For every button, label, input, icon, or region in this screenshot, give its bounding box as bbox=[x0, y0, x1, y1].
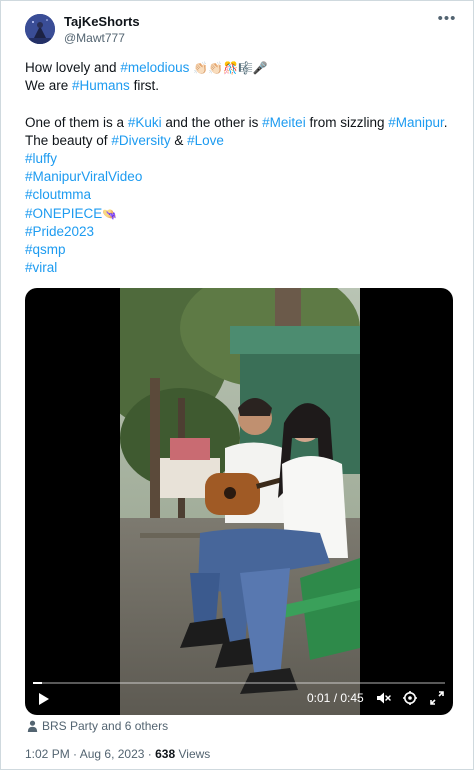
hashtag-link[interactable]: #Meitei bbox=[262, 115, 306, 130]
video-player[interactable]: 0:01 / 0:45 bbox=[25, 288, 453, 715]
display-name[interactable]: TajKeShorts bbox=[64, 14, 140, 29]
video-time: 0:01 / 0:45 bbox=[307, 691, 364, 705]
meta-separator: · bbox=[144, 747, 156, 761]
tweet-date[interactable]: Aug 6, 2023 bbox=[80, 747, 145, 761]
hashtag-link[interactable]: #Pride2023 bbox=[25, 223, 465, 241]
settings-icon[interactable] bbox=[402, 690, 418, 706]
person-icon bbox=[27, 720, 38, 732]
hashtag-link[interactable]: #cloutmma bbox=[25, 186, 465, 204]
total-duration: 0:45 bbox=[340, 691, 364, 705]
time-separator: / bbox=[330, 691, 341, 705]
straw-hat-emoji: 👒 bbox=[102, 206, 118, 221]
progress-fill bbox=[33, 682, 43, 684]
text-fragment: How lovely and bbox=[25, 60, 121, 75]
view-count: 638 bbox=[155, 747, 176, 761]
text-fragment: We are bbox=[25, 78, 73, 94]
tweet-text: How lovely and #melodious 👏🏻👏🏻🎊🎼🎤 We are… bbox=[25, 59, 465, 277]
hashtag-link[interactable]: #viral bbox=[25, 259, 465, 277]
more-icon[interactable]: ••• bbox=[437, 11, 457, 28]
hashtag-link[interactable]: #Diversity bbox=[111, 133, 170, 148]
hashtag-link[interactable]: #luffy bbox=[25, 150, 465, 168]
mute-icon[interactable] bbox=[375, 690, 391, 706]
text-line: We are #Humans first. bbox=[25, 77, 465, 95]
hashtag-link[interactable]: #Humans bbox=[72, 78, 130, 93]
text-fragment: The beauty of bbox=[25, 132, 112, 148]
text-line: #ONEPIECE👒 bbox=[25, 205, 465, 223]
user-handle[interactable]: @Mawt777 bbox=[64, 31, 125, 45]
video-frame[interactable] bbox=[120, 288, 360, 715]
hashtag-link[interactable]: #ONEPIECE bbox=[25, 206, 102, 221]
social-context-label: BRS Party and 6 others bbox=[42, 719, 169, 733]
meta-separator: · bbox=[69, 747, 80, 761]
text-fragment: One of them is a bbox=[25, 114, 128, 130]
hashtag-link[interactable]: #qsmp bbox=[25, 241, 465, 259]
text-fragment: . bbox=[443, 114, 448, 130]
hashtag-link[interactable]: #Love bbox=[187, 133, 224, 148]
text-line: How lovely and #melodious 👏🏻👏🏻🎊🎼🎤 bbox=[25, 59, 465, 77]
play-icon[interactable] bbox=[35, 691, 51, 707]
text-line: The beauty of #Diversity & #Love bbox=[25, 132, 465, 150]
fullscreen-icon[interactable] bbox=[429, 690, 445, 706]
views-label: Views bbox=[175, 747, 211, 761]
progress-bar[interactable] bbox=[33, 682, 445, 684]
elapsed-time: 0:01 bbox=[307, 691, 331, 705]
hashtag-link[interactable]: #ManipurViralVideo bbox=[25, 168, 465, 186]
text-line: One of them is a #Kuki and the other is … bbox=[25, 114, 465, 132]
tweet-time[interactable]: 1:02 PM bbox=[25, 747, 70, 761]
tweet-meta: 1:02 PM · Aug 6, 2023 · 638 Views bbox=[25, 747, 210, 761]
text-fragment: & bbox=[170, 132, 188, 148]
emoji-sequence: 👏🏻👏🏻🎊🎼🎤 bbox=[193, 61, 268, 75]
hashtag-link[interactable]: #Kuki bbox=[128, 115, 162, 130]
social-context[interactable]: BRS Party and 6 others bbox=[27, 719, 168, 733]
text-fragment: and the other is bbox=[161, 114, 263, 130]
hashtag-link[interactable]: #Manipur bbox=[388, 115, 444, 130]
avatar[interactable] bbox=[25, 14, 55, 44]
hashtag-link[interactable]: #melodious bbox=[120, 60, 189, 75]
tweet-card: TajKeShorts @Mawt777 ••• How lovely and … bbox=[0, 0, 474, 770]
text-fragment: from sizzling bbox=[305, 114, 389, 130]
text-fragment: first. bbox=[129, 78, 160, 94]
